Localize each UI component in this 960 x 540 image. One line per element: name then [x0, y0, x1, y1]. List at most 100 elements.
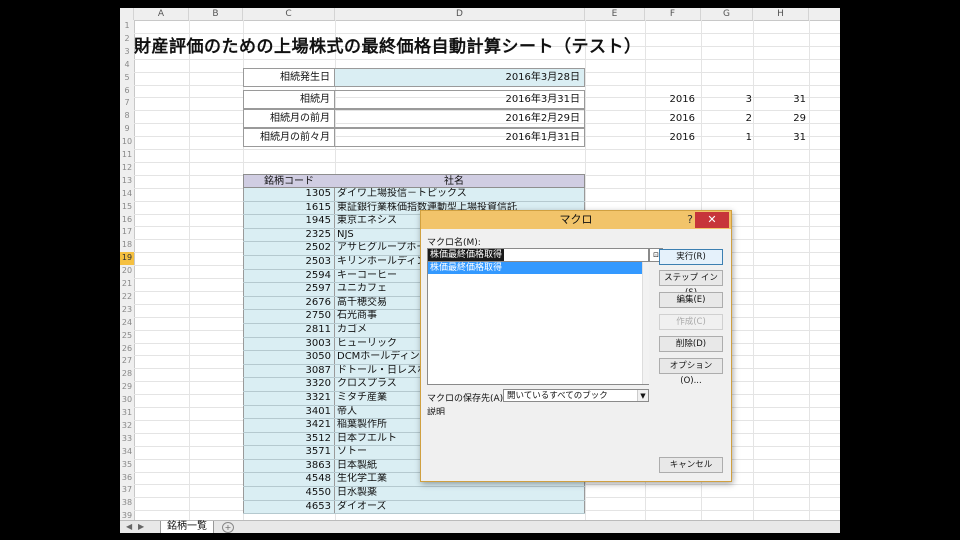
- row-header[interactable]: 15: [120, 201, 134, 214]
- cancel-button[interactable]: キャンセル: [659, 457, 723, 473]
- row-header[interactable]: 19: [120, 252, 134, 266]
- row-header[interactable]: 22: [120, 291, 134, 304]
- day-cell[interactable]: 29: [776, 109, 806, 128]
- create-button[interactable]: 作成(C): [659, 314, 723, 330]
- macro-list-item[interactable]: 株価最終価格取得: [428, 262, 648, 274]
- row-header[interactable]: 13: [120, 175, 134, 188]
- step-in-button[interactable]: ステップ イン(S): [659, 270, 723, 298]
- macro-name-input[interactable]: 株価最終価格取得: [427, 248, 649, 262]
- month-cell[interactable]: 1: [722, 128, 752, 147]
- row-header[interactable]: 10: [120, 136, 134, 149]
- row-header[interactable]: 37: [120, 484, 134, 497]
- row-header[interactable]: 17: [120, 226, 134, 239]
- row-header[interactable]: 11: [120, 149, 134, 162]
- stock-code-cell[interactable]: 2597: [243, 283, 335, 296]
- column-header-e[interactable]: E: [585, 8, 645, 20]
- row-header[interactable]: 2: [120, 33, 134, 46]
- row-header[interactable]: 34: [120, 446, 134, 459]
- stock-code-cell[interactable]: 3421: [243, 419, 335, 432]
- header-name[interactable]: 社名: [444, 175, 464, 188]
- sheet-tab[interactable]: 銘柄一覧: [160, 521, 214, 533]
- info-label[interactable]: 相続月の前々月: [243, 128, 335, 147]
- stock-code-cell[interactable]: 3320: [243, 378, 335, 391]
- info-value[interactable]: 2016年2月29日: [335, 109, 585, 128]
- company-name-cell[interactable]: 日水製薬: [335, 487, 585, 500]
- day-cell[interactable]: 31: [776, 90, 806, 109]
- column-header[interactable]: [120, 8, 134, 20]
- row-header[interactable]: 1: [120, 20, 134, 33]
- macro-list[interactable]: 株価最終価格取得: [427, 261, 649, 385]
- column-header-a[interactable]: A: [134, 8, 189, 20]
- company-name-cell[interactable]: ダイワ上場投信－トピックス: [335, 188, 585, 201]
- row-header[interactable]: 30: [120, 394, 134, 407]
- stock-code-cell[interactable]: 3401: [243, 405, 335, 419]
- stock-code-cell[interactable]: 3321: [243, 391, 335, 405]
- row-header[interactable]: 3: [120, 46, 134, 59]
- row-header[interactable]: 24: [120, 317, 134, 330]
- row-header[interactable]: 27: [120, 355, 134, 368]
- column-header-d[interactable]: D: [335, 8, 585, 20]
- stock-code-cell[interactable]: 4548: [243, 473, 335, 487]
- year-cell[interactable]: 2016: [665, 109, 695, 128]
- year-cell[interactable]: 2016: [665, 128, 695, 147]
- dialog-titlebar[interactable]: マクロ ? ✕: [421, 211, 731, 229]
- row-header[interactable]: 8: [120, 110, 134, 123]
- row-header[interactable]: 23: [120, 304, 134, 317]
- stock-code-cell[interactable]: 3512: [243, 432, 335, 446]
- macro-list-scrollbar[interactable]: [642, 262, 649, 384]
- delete-button[interactable]: 削除(D): [659, 336, 723, 352]
- run-button[interactable]: 実行(R): [659, 249, 723, 265]
- stock-code-cell[interactable]: 1615: [243, 201, 335, 215]
- next-sheet-icon[interactable]: ▶: [138, 522, 144, 531]
- row-header[interactable]: 31: [120, 407, 134, 420]
- row-header[interactable]: 21: [120, 278, 134, 291]
- column-header-f[interactable]: F: [645, 8, 701, 20]
- info-value[interactable]: 2016年3月31日: [335, 90, 585, 109]
- row-header[interactable]: 33: [120, 433, 134, 446]
- column-header-b[interactable]: B: [189, 8, 243, 20]
- stock-code-cell[interactable]: 3571: [243, 446, 335, 459]
- edit-button[interactable]: 編集(E): [659, 292, 723, 308]
- row-header[interactable]: 32: [120, 420, 134, 433]
- row-header[interactable]: 20: [120, 265, 134, 278]
- info-label[interactable]: 相続月の前月: [243, 109, 335, 128]
- day-cell[interactable]: 31: [776, 128, 806, 147]
- macro-location-select[interactable]: 開いているすべてのブック ▼: [503, 389, 649, 402]
- column-header-h[interactable]: H: [753, 8, 809, 20]
- row-header[interactable]: 38: [120, 497, 134, 510]
- stock-code-cell[interactable]: 2325: [243, 228, 335, 242]
- year-cell[interactable]: 2016: [665, 90, 695, 109]
- sheet-title[interactable]: 財産評価のための上場株式の最終価格自動計算シート（テスト）: [134, 32, 642, 57]
- month-cell[interactable]: 3: [722, 90, 752, 109]
- header-code[interactable]: 銘柄コード: [264, 175, 314, 188]
- stock-code-cell[interactable]: 3087: [243, 364, 335, 378]
- prev-sheet-icon[interactable]: ◀: [126, 522, 132, 531]
- row-header[interactable]: 12: [120, 162, 134, 175]
- stock-code-cell[interactable]: 4550: [243, 487, 335, 500]
- stock-code-cell[interactable]: 3050: [243, 351, 335, 364]
- row-header[interactable]: 35: [120, 459, 134, 472]
- stock-code-cell[interactable]: 1945: [243, 215, 335, 228]
- stock-code-cell[interactable]: 2750: [243, 310, 335, 323]
- info-value[interactable]: 2016年1月31日: [335, 128, 585, 147]
- options-button[interactable]: オプション(O)...: [659, 358, 723, 386]
- stock-code-cell[interactable]: 2676: [243, 296, 335, 310]
- row-header[interactable]: 18: [120, 239, 134, 252]
- row-header[interactable]: 7: [120, 97, 134, 110]
- stock-code-cell[interactable]: 2594: [243, 269, 335, 283]
- stock-code-cell[interactable]: 4653: [243, 500, 335, 514]
- row-header[interactable]: 16: [120, 214, 134, 227]
- stock-code-cell[interactable]: 1305: [243, 188, 335, 201]
- stock-code-cell[interactable]: 2502: [243, 242, 335, 255]
- info-label[interactable]: 相続発生日: [243, 68, 335, 87]
- row-header[interactable]: 26: [120, 343, 134, 356]
- month-cell[interactable]: 2: [722, 109, 752, 128]
- info-label[interactable]: 相続月: [243, 90, 335, 109]
- row-header[interactable]: 28: [120, 368, 134, 381]
- row-header[interactable]: 29: [120, 381, 134, 394]
- row-header[interactable]: 9: [120, 123, 134, 136]
- row-header[interactable]: 25: [120, 330, 134, 343]
- row-header[interactable]: 36: [120, 472, 134, 485]
- row-header[interactable]: 6: [120, 85, 134, 98]
- add-sheet-button[interactable]: +: [222, 522, 234, 533]
